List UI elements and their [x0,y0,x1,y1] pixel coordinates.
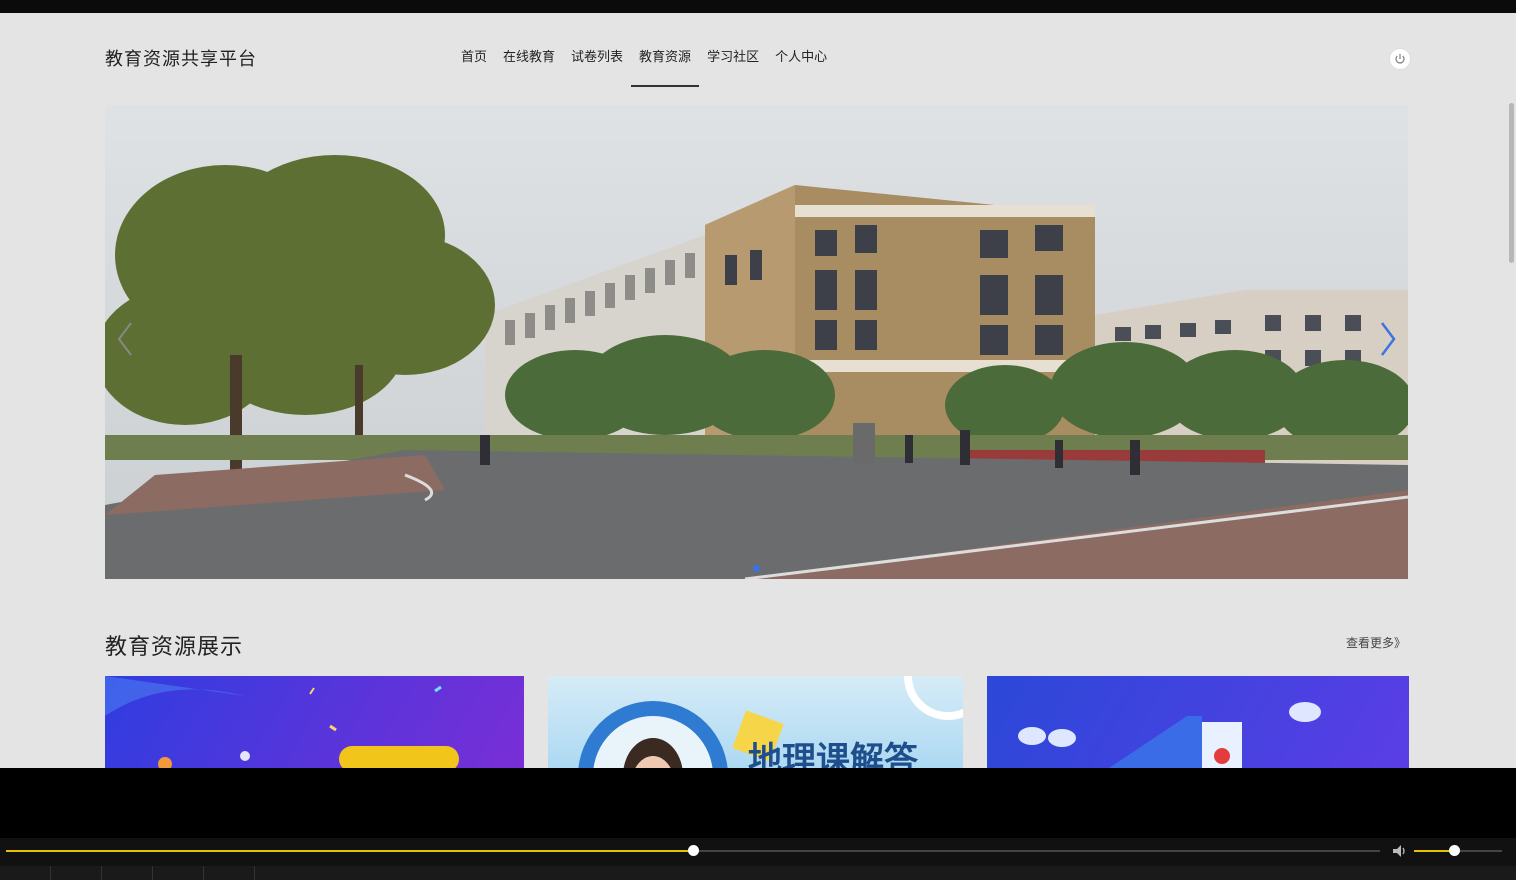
seek-bar[interactable] [6,845,1380,856]
taskbar-slot[interactable] [204,866,255,880]
volume-slider[interactable] [1414,845,1502,856]
volume-handle[interactable] [1448,845,1460,856]
resource-card[interactable]: 地理课解答 [548,676,963,768]
taskbar-slot[interactable] [102,866,153,880]
resource-card[interactable] [105,676,524,768]
browser-viewport: 教育资源共享平台 首页 在线教育 试卷列表 教育资源 学习社区 个人中心 教育资… [0,13,1516,768]
window-top-bar [0,0,1516,13]
chevron-right-icon[interactable] [1374,319,1402,359]
main-nav: 首页 在线教育 试卷列表 教育资源 学习社区 个人中心 [453,47,835,99]
resource-thumbnail [105,676,459,768]
taskbar-slot[interactable] [0,866,51,880]
nav-item-education-resources[interactable]: 教育资源 [631,47,700,99]
power-button[interactable] [1389,48,1411,70]
chevron-left-icon[interactable] [111,319,139,359]
taskbar-slot[interactable] [153,866,204,880]
taskbar [0,866,1516,880]
resource-thumbnail [1018,702,1321,768]
nav-item-exam-list[interactable]: 试卷列表 [563,47,631,99]
seek-bar-played [6,850,693,852]
power-icon [1395,54,1405,64]
section-title: 教育资源展示 [105,635,244,660]
nav-item-home[interactable]: 首页 [453,47,495,99]
resource-card[interactable] [987,676,1409,768]
seek-handle[interactable] [688,845,699,856]
taskbar-slot[interactable] [51,866,102,880]
resource-thumbnail: 地理课解答 [578,676,963,768]
campus-building-image [105,105,1408,579]
site-logo[interactable]: 教育资源共享平台 [105,45,257,71]
svg-text:地理课解答: 地理课解答 [748,740,919,768]
volume-level [1414,850,1454,852]
carousel-banner[interactable] [105,105,1408,579]
page-scrollbar[interactable] [1509,103,1514,263]
nav-item-personal-center[interactable]: 个人中心 [767,47,835,99]
volume-icon[interactable] [1392,844,1408,858]
nav-item-learning-community[interactable]: 学习社区 [699,47,767,99]
nav-item-online-education[interactable]: 在线教育 [495,47,563,99]
view-more-link[interactable]: 查看更多》 [1346,634,1406,651]
carousel-indicator-dot[interactable] [753,565,760,572]
